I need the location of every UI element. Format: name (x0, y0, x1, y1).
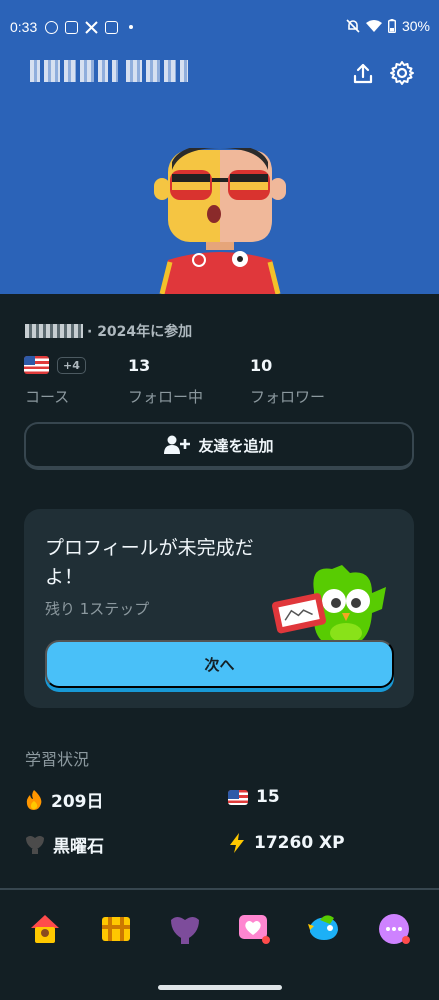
share-icon[interactable] (351, 62, 375, 86)
obsidian-league-icon (26, 835, 44, 854)
extra-courses-badge: +4 (57, 356, 86, 374)
us-flag-icon (228, 789, 248, 805)
next-button[interactable]: 次へ (45, 640, 394, 688)
bird-icon[interactable] (306, 912, 340, 946)
xp-value: 17260 XP (254, 833, 345, 853)
flame-icon (26, 789, 42, 810)
add-user-icon (164, 435, 191, 454)
league-value: 黒曜石 (53, 837, 104, 857)
treasure-chest-icon[interactable] (99, 912, 133, 946)
league-shield-icon[interactable] (168, 912, 202, 946)
add-friend-label: 友達を追加 (198, 437, 274, 455)
progress-section-title: 学習状況 (25, 750, 90, 769)
home-icon[interactable] (28, 912, 62, 946)
course-flags[interactable]: +4 (24, 356, 86, 374)
avatar (154, 148, 286, 294)
joined-text: · 2024年に参加 (87, 324, 193, 340)
following-label: フォロー中 (128, 388, 204, 406)
profile-incomplete-card: プロフィールが未完成だよ！ 残り 1ステップ 次へ (24, 509, 414, 708)
home-indicator[interactable] (158, 985, 282, 990)
dot-icon (129, 25, 134, 29)
language-value: 15 (256, 787, 280, 807)
wifi-icon (365, 19, 382, 32)
status-right: 30% (346, 18, 430, 34)
language-stat: 15 (228, 787, 280, 807)
card-subtitle: 残り 1ステップ (45, 600, 150, 618)
line-icon (45, 20, 59, 34)
more-icon[interactable] (377, 912, 411, 946)
instagram-icon (105, 20, 119, 34)
handle-redacted (25, 324, 83, 338)
status-bar: 0:33 30% (0, 0, 439, 54)
streak-value: 209日 (51, 792, 104, 812)
heart-icon[interactable] (237, 912, 271, 946)
following-count[interactable]: 13 (128, 356, 150, 375)
battery-icon (387, 19, 396, 33)
mute-icon (346, 19, 360, 33)
xp-stat: 17260 XP (228, 832, 345, 854)
followers-label: フォロワー (250, 388, 326, 406)
followers-count[interactable]: 10 (250, 356, 272, 375)
battery-percent: 30% (401, 18, 430, 34)
card-title: プロフィールが未完成だよ！ (45, 537, 254, 588)
league-stat: 黒曜石 (25, 832, 104, 857)
us-flag-icon (24, 356, 49, 374)
courses-label: コース (25, 388, 70, 406)
x-icon (85, 20, 98, 34)
joined-date: · 2024年に参加 (25, 321, 192, 341)
bottom-tab-bar (0, 890, 439, 1000)
lightning-icon (230, 833, 244, 853)
username-redacted (30, 60, 188, 84)
notification-icons (45, 20, 134, 34)
gear-icon[interactable] (389, 60, 415, 86)
profile-banner: 0:33 30% (0, 0, 439, 294)
streak-stat: 209日 (25, 787, 104, 812)
status-time: 0:33 (10, 19, 38, 35)
instagram-icon (65, 20, 79, 34)
add-friend-button[interactable]: 友達を追加 (24, 422, 414, 470)
duo-owl-illustration (271, 565, 386, 647)
next-button-label: 次へ (204, 656, 235, 674)
